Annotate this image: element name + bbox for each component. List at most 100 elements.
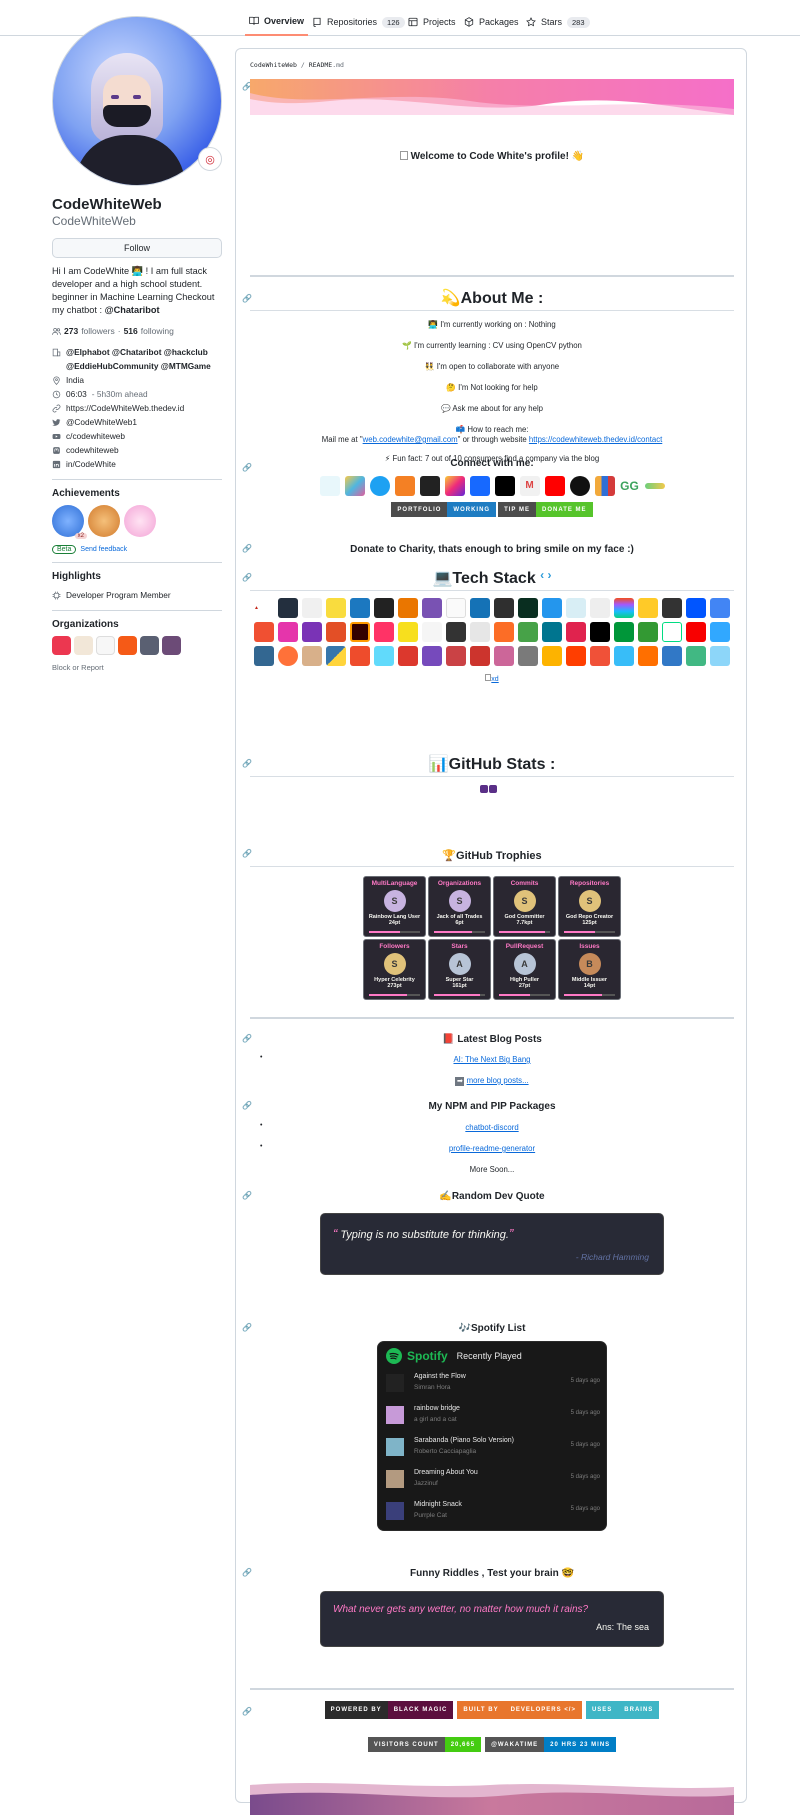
xd-image-link[interactable]: xd <box>485 670 499 690</box>
trophy-card: Repositories S God Repo Creator 125pt <box>558 876 621 937</box>
youtube-social-icon[interactable] <box>544 476 565 496</box>
track-title: Dreaming About You <box>414 1469 478 1476</box>
status-icon[interactable]: ◎ <box>198 147 222 171</box>
kotlin-icon <box>470 622 490 642</box>
coffeescript-icon <box>494 598 514 618</box>
anchor-link-icon[interactable]: 🔗 <box>242 573 252 582</box>
org-avatar[interactable] <box>118 636 137 655</box>
following-count[interactable]: 516 <box>124 326 138 336</box>
codesandbox-icon[interactable] <box>419 476 440 496</box>
achievement-badge[interactable] <box>124 505 156 537</box>
chart-tool-icon[interactable] <box>594 476 615 496</box>
wakatime-badge[interactable]: @WAKATIME 20 HRS 23 MINS <box>485 1737 617 1752</box>
linkedin-link[interactable]: in/CodeWhite <box>66 457 116 471</box>
crumb-user[interactable]: CodeWhiteWeb <box>250 61 297 69</box>
trophy-progress <box>434 994 485 996</box>
anchor-link-icon[interactable]: 🔗 <box>242 294 252 303</box>
track-played-ago: 5 days ago <box>570 1378 600 1384</box>
portfolio-badge[interactable]: PORTFOLIO WORKING <box>391 502 497 517</box>
spotify-track-row[interactable]: Sarabanda (Piano Solo Version) Roberto Ca… <box>386 1434 600 1462</box>
mastodon-row: codewhiteweb <box>52 443 222 457</box>
bio-mention-link[interactable]: @Chataribot <box>105 305 160 315</box>
twitter-social-icon[interactable] <box>369 476 390 496</box>
album-art <box>386 1470 404 1488</box>
slack-icon[interactable] <box>344 476 365 496</box>
anchor-link-icon[interactable]: 🔗 <box>242 1323 252 1332</box>
send-feedback-link[interactable]: Send feedback <box>80 546 127 553</box>
tip-badge[interactable]: TIP ME DONATE ME <box>498 502 593 517</box>
org-avatar[interactable] <box>96 636 115 655</box>
trophy-rank-icon: S <box>383 890 406 912</box>
avatar[interactable] <box>52 16 222 186</box>
anchor-link-icon[interactable]: 🔗 <box>242 1568 252 1577</box>
blog-post-link[interactable]: AI: The Next Big Bang <box>250 1055 734 1064</box>
tab-stars[interactable]: Stars 283 <box>522 8 594 36</box>
trophy-points: 161pt <box>452 983 467 989</box>
heading-rule <box>250 310 734 311</box>
anchor-link-icon[interactable]: 🔗 <box>242 544 252 553</box>
tab-projects[interactable]: Projects <box>404 8 460 36</box>
spotify-track-row[interactable]: Dreaming About You Jazzinuf 5 days ago <box>386 1466 600 1494</box>
spotify-track-row[interactable]: Against the Flow Simran Hora 5 days ago <box>386 1370 600 1398</box>
anchor-link-icon[interactable]: 🔗 <box>242 1191 252 1200</box>
website-link[interactable]: https://CodeWhiteWeb.thedev.id <box>66 401 184 415</box>
package-link[interactable]: profile-readme-generator <box>250 1144 734 1153</box>
notion-icon[interactable] <box>494 476 515 496</box>
anchor-link-icon[interactable]: 🔗 <box>242 1707 252 1716</box>
trophy-points: 24pt <box>388 920 401 926</box>
anchor-link-icon[interactable]: 🔗 <box>242 463 252 472</box>
freecodecamp-icon[interactable]: GG <box>619 476 640 496</box>
followers-count[interactable]: 273 <box>64 326 78 336</box>
spotify-track-row[interactable]: rainbow bridge a girl and a cat 5 days ago <box>386 1402 600 1430</box>
heading-rule <box>250 776 734 777</box>
spotify-track-row[interactable]: Midnight Snack Purrple Cat 5 days ago <box>386 1498 600 1526</box>
org-avatar[interactable] <box>74 636 93 655</box>
react-router-icon <box>446 646 466 666</box>
behance-icon[interactable] <box>469 476 490 496</box>
photoshop-icon <box>710 622 730 642</box>
org-avatar[interactable] <box>162 636 181 655</box>
tab-repositories[interactable]: Repositories 126 <box>308 8 409 36</box>
package-link[interactable]: chatbot-discord <box>250 1123 734 1132</box>
anchor-link-icon[interactable]: 🔗 <box>242 82 252 91</box>
achievement-badge[interactable]: x2 <box>52 505 87 539</box>
gmail-icon[interactable]: M <box>519 476 540 496</box>
anchor-link-icon[interactable]: 🔗 <box>242 1034 252 1043</box>
mongodb-icon <box>518 622 538 642</box>
org-avatar[interactable] <box>140 636 159 655</box>
follow-button[interactable]: Follow <box>52 238 222 258</box>
anchor-link-icon[interactable]: 🔗 <box>242 1101 252 1110</box>
svelte-icon <box>566 646 586 666</box>
following-label[interactable]: following <box>141 326 174 336</box>
organizations-text[interactable]: @Elphabot @Chataribot @hackclub @EddieHu… <box>66 345 222 373</box>
org-avatar[interactable] <box>52 636 71 655</box>
instagram-icon[interactable] <box>444 476 465 496</box>
organizations-heading: Organizations <box>52 619 119 630</box>
anchor-link-icon[interactable]: 🔗 <box>242 849 252 858</box>
youtube-link[interactable]: c/codewhiteweb <box>66 429 125 443</box>
anchor-link-icon[interactable]: 🔗 <box>242 759 252 768</box>
contact-page-link[interactable]: https://codewhiteweb.thedev.id/contact <box>529 435 662 444</box>
achievement-badge[interactable] <box>88 505 120 537</box>
electron-icon <box>566 598 586 618</box>
email-link[interactable]: web.codewhite@gmail.com <box>363 435 458 444</box>
trophy-title: Stars <box>451 943 468 950</box>
block-report-link[interactable]: Block or Report <box>52 663 222 672</box>
wave-logo-icon[interactable] <box>644 483 665 489</box>
more-blog-link[interactable]: more blog posts... <box>467 1076 529 1085</box>
codepen-icon[interactable] <box>319 476 340 496</box>
followers-label[interactable]: followers <box>81 326 115 336</box>
stackoverflow-icon[interactable] <box>394 476 415 496</box>
spotify-heading: 🎶Spotify List <box>458 1323 526 1334</box>
mysql-icon <box>542 622 562 642</box>
github-social-icon[interactable] <box>569 476 590 496</box>
spotify-icon <box>386 1348 402 1364</box>
invision-icon <box>374 622 394 642</box>
trophies-heading: 🏆GitHub Trophies <box>442 850 542 862</box>
tab-overview[interactable]: Overview <box>245 8 309 36</box>
tab-packages[interactable]: Packages <box>460 8 523 36</box>
twitter-link[interactable]: @CodeWhiteWeb1 <box>66 415 137 429</box>
crumb-ext: .md <box>332 61 344 69</box>
mastodon-link[interactable]: codewhiteweb <box>66 443 119 457</box>
achievement-feedback: Beta Send feedback <box>52 545 222 554</box>
